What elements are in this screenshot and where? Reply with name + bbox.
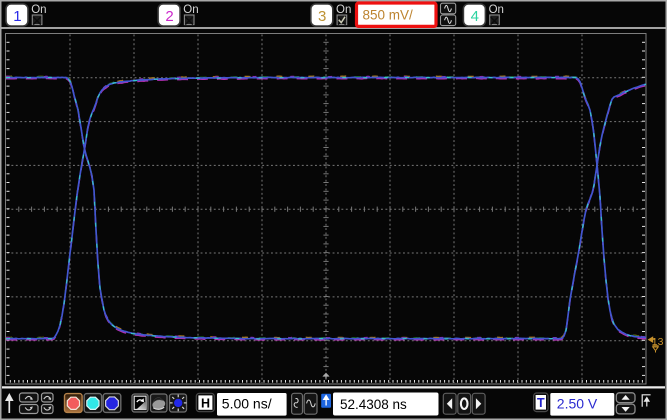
svg-text:On: On bbox=[183, 4, 198, 16]
svg-text:52.4308 ns: 52.4308 ns bbox=[340, 397, 407, 412]
svg-text:On: On bbox=[489, 4, 504, 16]
svg-text:3: 3 bbox=[318, 8, 326, 25]
svg-text:850 mV/: 850 mV/ bbox=[363, 8, 414, 23]
svg-text:2: 2 bbox=[165, 8, 173, 25]
svg-text:On: On bbox=[336, 4, 351, 16]
svg-text:5.00 ns/: 5.00 ns/ bbox=[222, 395, 272, 411]
svg-text:T: T bbox=[537, 396, 545, 410]
svg-text:4: 4 bbox=[471, 8, 479, 25]
svg-text:H: H bbox=[201, 396, 210, 410]
svg-text:13: 13 bbox=[652, 336, 664, 348]
svg-text:1: 1 bbox=[13, 8, 21, 25]
svg-text:On: On bbox=[31, 4, 46, 16]
svg-text:2.50 V: 2.50 V bbox=[557, 395, 598, 411]
